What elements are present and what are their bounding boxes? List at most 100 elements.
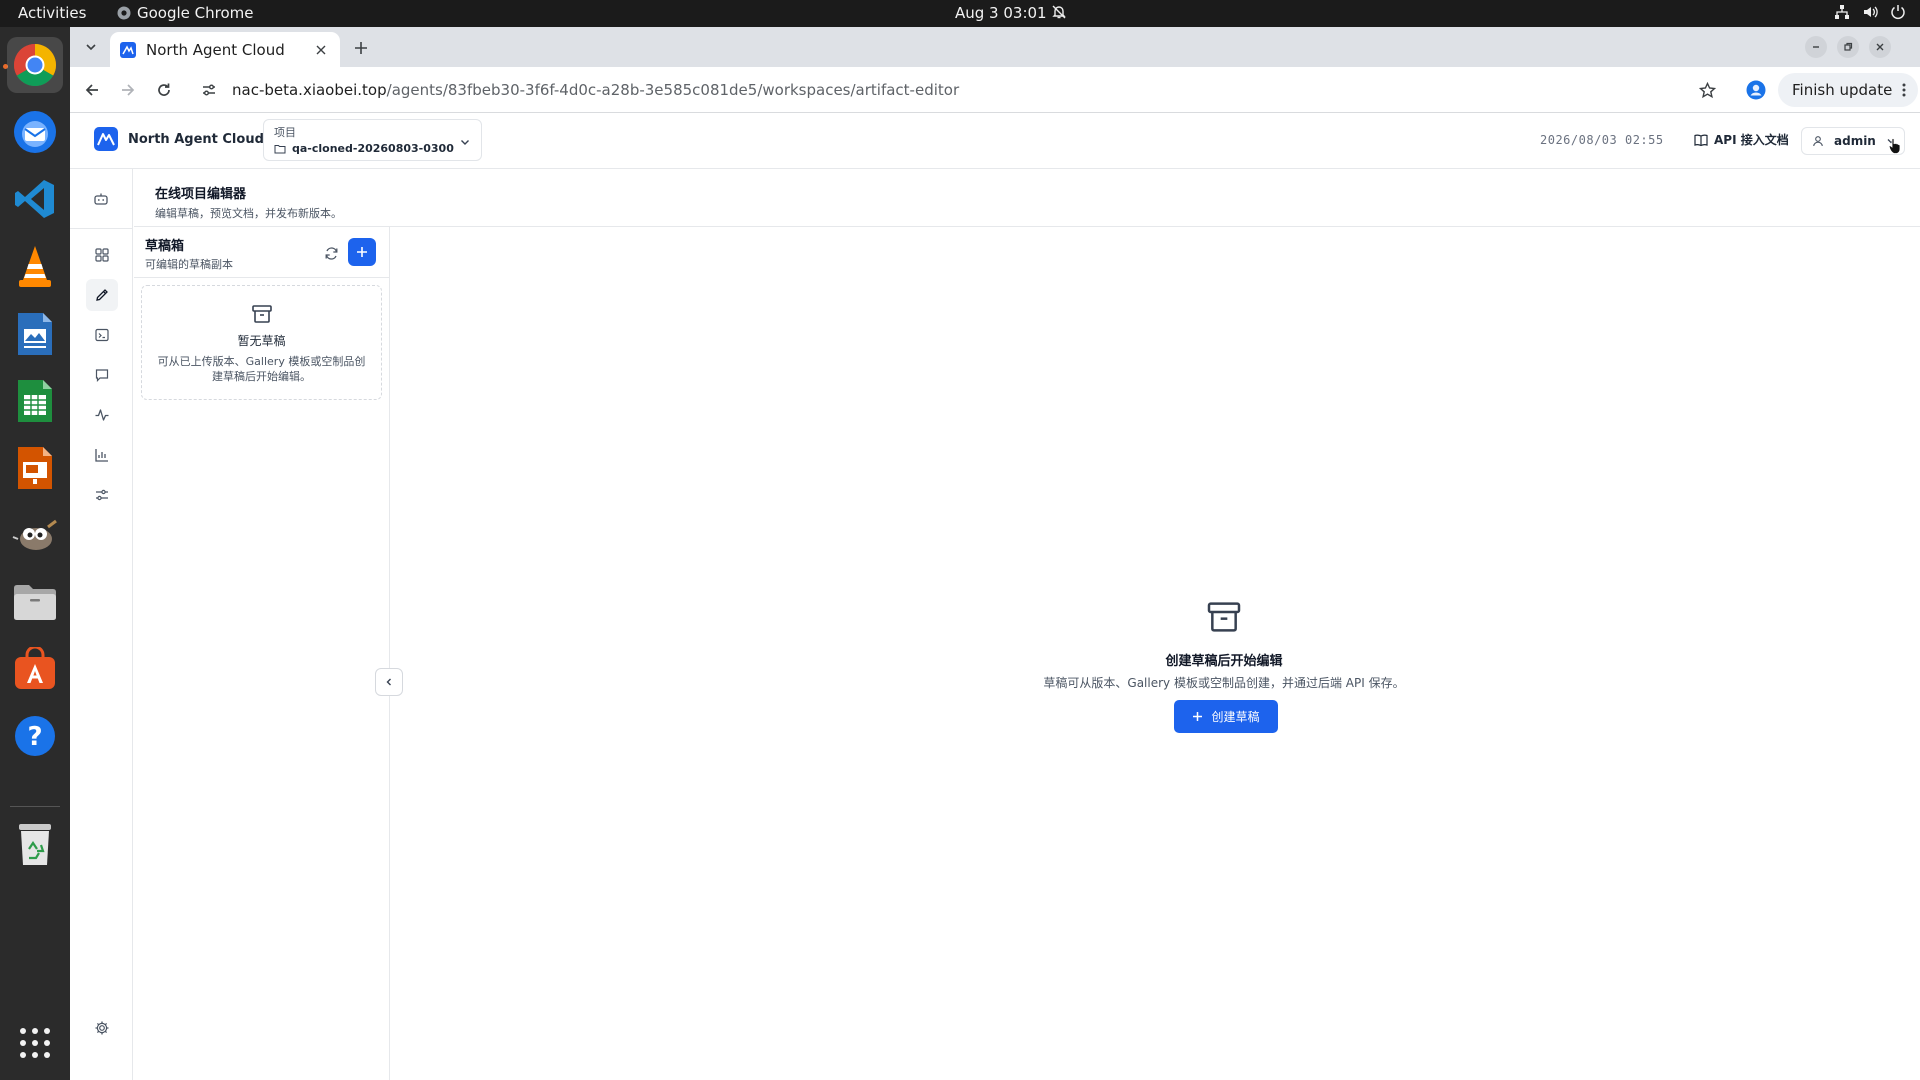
- archive-box-icon: [1207, 602, 1241, 632]
- north-agent-logo-icon: [94, 127, 118, 151]
- editor-empty-title: 创建草稿后开始编辑: [1165, 654, 1283, 669]
- chat-icon: [95, 369, 109, 382]
- drafts-empty-title: 暂无草稿: [237, 334, 286, 348]
- brand[interactable]: North Agent Cloud: [94, 127, 264, 151]
- reload-button[interactable]: [152, 78, 176, 102]
- tab-north-agent-cloud[interactable]: North Agent Cloud: [110, 32, 340, 67]
- tab-title: North Agent Cloud: [146, 40, 285, 59]
- gimp-icon[interactable]: [7, 507, 63, 563]
- tab-close-icon[interactable]: [312, 41, 330, 59]
- network-icon: [1835, 5, 1849, 19]
- project-selector[interactable]: 项目 qa-cloned-20260803-0300: [263, 119, 482, 161]
- dock-separator: [10, 806, 60, 807]
- rail-item-settings[interactable]: [86, 1012, 118, 1044]
- rail-item-terminal[interactable]: [86, 319, 118, 351]
- drafts-subtitle: 可编辑的草稿副本: [145, 258, 233, 271]
- browser-toolbar: nac-beta.xiaobei.top/agents/83fbeb30-3f6…: [70, 67, 1920, 113]
- trash-icon[interactable]: [7, 816, 63, 872]
- editor-empty-state: 创建草稿后开始编辑 草稿可从版本、Gallery 模板或空制品创建，并通过后端 …: [390, 227, 1920, 1080]
- add-draft-button[interactable]: [348, 238, 376, 266]
- book-icon: [1694, 134, 1708, 146]
- tab-search-button[interactable]: [80, 36, 102, 58]
- address-bar[interactable]: nac-beta.xiaobei.top/agents/83fbeb30-3f6…: [190, 72, 1832, 108]
- thunderbird-icon[interactable]: [7, 104, 63, 160]
- plus-icon: [357, 247, 367, 257]
- user-icon: [1813, 136, 1823, 147]
- minimize-button[interactable]: [1805, 36, 1827, 58]
- mouse-cursor-icon: [1888, 138, 1901, 154]
- folder-icon: [274, 144, 286, 153]
- refresh-drafts-button[interactable]: [320, 242, 342, 264]
- close-window-button[interactable]: [1869, 36, 1891, 58]
- impress-icon[interactable]: [7, 440, 63, 496]
- rail-item-analytics[interactable]: [86, 439, 118, 471]
- notification-bell-icon[interactable]: [1051, 4, 1067, 20]
- rail-item-editor[interactable]: [86, 279, 118, 311]
- rail-item-settings-sliders[interactable]: [86, 479, 118, 511]
- rail-item-activity[interactable]: [86, 399, 118, 431]
- chevron-down-icon: [86, 44, 96, 51]
- new-tab-button[interactable]: [350, 37, 372, 59]
- finish-update-label: Finish update: [1792, 81, 1893, 99]
- favicon-icon: [120, 41, 136, 58]
- back-button[interactable]: [80, 78, 104, 102]
- help-icon[interactable]: ?: [7, 708, 63, 764]
- tab-strip: North Agent Cloud: [70, 27, 1920, 67]
- brand-name: North Agent Cloud: [128, 131, 264, 147]
- svg-text:?: ?: [27, 722, 42, 752]
- arrow-left-icon: [85, 84, 98, 96]
- drafts-panel: 草稿箱 可编辑的草稿副本 暂无草稿 可从已上传版本、Gallery 模板或空制品…: [134, 227, 390, 1080]
- agent-bot-button[interactable]: [70, 169, 132, 229]
- volume-icon: [1864, 6, 1878, 18]
- restore-icon: [1844, 42, 1853, 51]
- app-header: North Agent Cloud 项目 qa-cloned-20260803-…: [70, 113, 1920, 169]
- app-menu[interactable]: Google Chrome: [117, 4, 254, 22]
- project-label: 项目: [274, 126, 296, 139]
- power-icon: [1891, 5, 1905, 20]
- editor-empty-desc: 草稿可从版本、Gallery 模板或空制品创建，并通过后端 API 保存。: [1043, 676, 1405, 690]
- refresh-icon: [325, 246, 337, 260]
- vscode-icon[interactable]: [7, 171, 63, 227]
- create-draft-button[interactable]: 创建草稿: [1174, 700, 1278, 733]
- profile-avatar-icon[interactable]: [1744, 78, 1768, 102]
- chrome-icon[interactable]: [7, 37, 63, 93]
- archive-box-icon: [251, 305, 272, 323]
- clock[interactable]: Aug 3 03:01: [955, 4, 1047, 22]
- system-tray[interactable]: [1834, 4, 1906, 20]
- reload-icon: [158, 83, 170, 96]
- rail-item-messages[interactable]: [86, 359, 118, 391]
- rail-item-dashboard[interactable]: [86, 239, 118, 271]
- plus-icon: [355, 42, 367, 54]
- api-docs-label: API 接入文档: [1714, 133, 1789, 147]
- maximize-button[interactable]: [1837, 36, 1859, 58]
- bar-chart-icon: [95, 449, 108, 462]
- apps-grid-icon[interactable]: [7, 1015, 63, 1071]
- chrome-small-icon: [117, 6, 131, 20]
- api-docs-link[interactable]: API 接入文档: [1694, 131, 1789, 148]
- chrome-window: North Agent Cloud nac-beta.xiaobei.top /…: [70, 27, 1920, 1080]
- calc-icon[interactable]: [7, 373, 63, 429]
- drafts-empty-desc: 可从已上传版本、Gallery 模板或空制品创建草稿后开始编辑。: [157, 355, 366, 383]
- app-sidebar-rail: [70, 169, 133, 1080]
- page-title-bar: 在线项目编辑器 编辑草稿，预览文档，并发布新版本。: [134, 169, 1920, 227]
- drafts-title: 草稿箱: [145, 239, 185, 254]
- activities-button[interactable]: Activities: [18, 4, 86, 22]
- plus-icon: [1193, 712, 1203, 721]
- create-draft-label: 创建草稿: [1211, 710, 1260, 724]
- vlc-icon[interactable]: [7, 239, 63, 295]
- app-center-icon[interactable]: [7, 641, 63, 697]
- writer-icon[interactable]: [7, 306, 63, 362]
- drafts-empty-state: 暂无草稿 可从已上传版本、Gallery 模板或空制品创建草稿后开始编辑。: [141, 285, 382, 400]
- finish-update-button[interactable]: Finish update: [1778, 73, 1919, 107]
- files-icon[interactable]: [7, 574, 63, 630]
- bookmark-star-icon[interactable]: [1695, 78, 1719, 102]
- forward-button[interactable]: [116, 78, 140, 102]
- url-host: nac-beta.xiaobei.top: [232, 81, 387, 99]
- terminal-icon: [95, 328, 109, 342]
- system-top-bar: Activities Google Chrome Aug 3 03:01: [0, 0, 1920, 27]
- app-name: Google Chrome: [137, 4, 254, 22]
- ubuntu-dock: ?: [0, 27, 70, 1080]
- url-path: /agents/83fbeb30-3f6f-4d0c-a28b-3e585c08…: [386, 81, 960, 99]
- pencil-icon: [96, 289, 108, 301]
- site-info-icon[interactable]: [198, 79, 220, 101]
